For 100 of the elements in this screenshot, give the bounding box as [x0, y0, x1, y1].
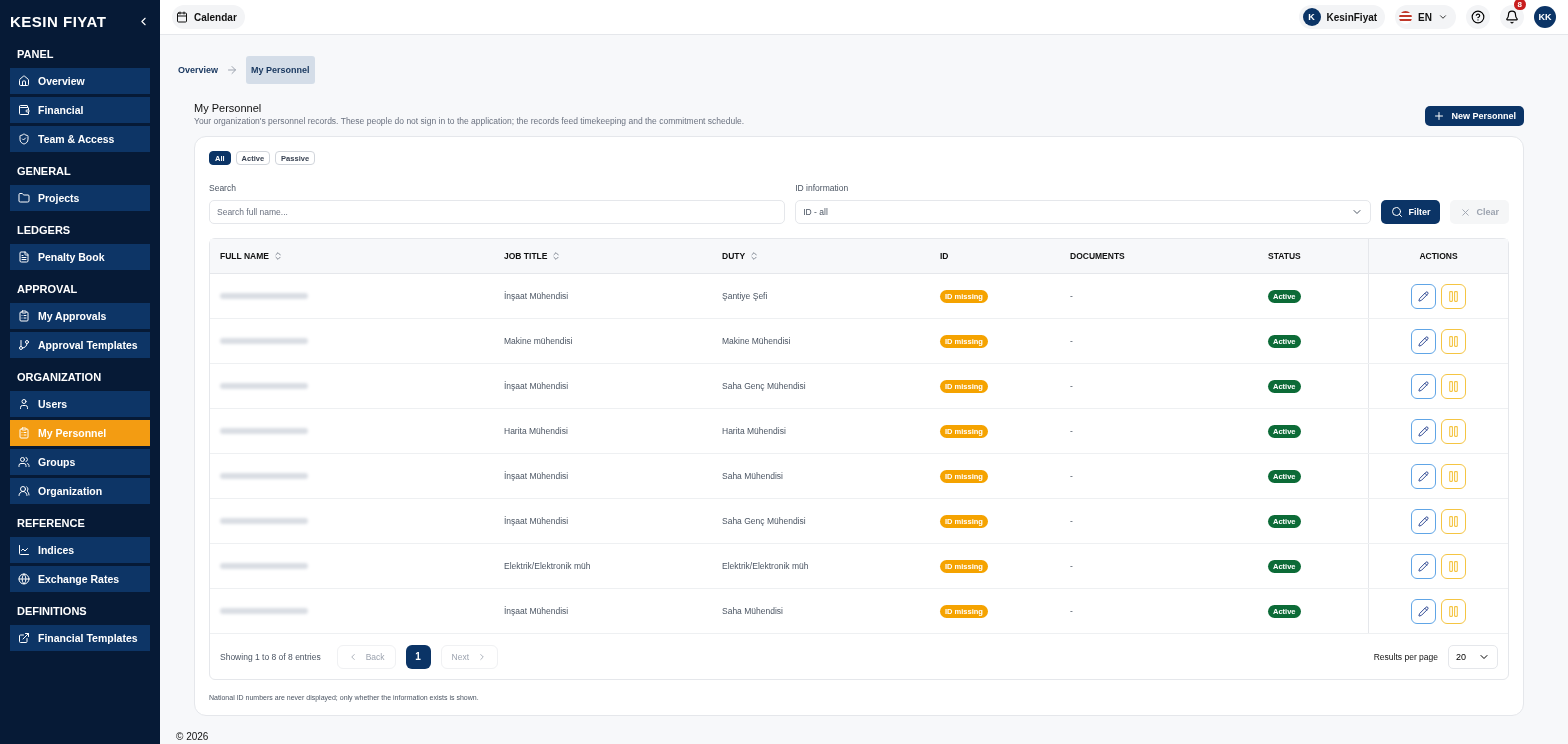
user-icon [18, 398, 30, 410]
table-cell-text: Saha Genç Mühendisi [721, 515, 807, 528]
help-icon [1471, 10, 1485, 24]
table-cell-text: İnşaat Mühendisi [503, 290, 570, 303]
nav-item[interactable]: Financial Templates [10, 625, 150, 651]
edit-button[interactable] [1411, 508, 1436, 534]
field-label: Search [209, 183, 237, 193]
table-cell-text: Harita Mühendisi [503, 425, 569, 438]
column-header: DOCUMENTS [1069, 250, 1126, 263]
section-title: PANEL [16, 47, 55, 62]
column-header[interactable]: JOB TITLE [494, 239, 712, 273]
edit-button[interactable] [1411, 553, 1436, 579]
nav-item[interactable]: Indices [10, 537, 150, 563]
filter-button[interactable]: Filter [1381, 200, 1441, 224]
nav-item[interactable]: Groups [10, 449, 150, 475]
user-avatar[interactable]: KK [1534, 6, 1556, 28]
pause-icon [1447, 514, 1460, 528]
edit-button[interactable] [1411, 328, 1436, 354]
users-icon [18, 456, 30, 468]
per-page-select[interactable]: 20 [1448, 644, 1498, 669]
pencil-icon [1418, 335, 1429, 347]
column-header[interactable]: DUTY [712, 239, 930, 273]
table-cell-text: - [1069, 515, 1074, 528]
entries-summary: Showing 1 to 8 of 8 entries [220, 651, 321, 662]
table-cell-text: - [1069, 380, 1074, 393]
nav-item[interactable]: Organization [10, 478, 150, 504]
section-title: GENERAL [16, 164, 72, 179]
edit-button[interactable] [1411, 418, 1436, 444]
table-cell-text: Harita Mühendisi [721, 425, 787, 438]
nav-item[interactable]: My Approvals [10, 303, 150, 329]
clipboard-icon [18, 310, 30, 322]
pause-icon [1447, 604, 1460, 618]
home-icon [18, 75, 30, 87]
nav-item[interactable]: Overview [10, 68, 150, 94]
breadcrumb-link[interactable]: Overview [178, 65, 219, 75]
section-title: DEFINITIONS [16, 604, 88, 619]
help-button[interactable] [1466, 5, 1490, 29]
edit-button[interactable] [1411, 463, 1436, 489]
calendar-button[interactable]: Calendar [172, 5, 245, 29]
id-select[interactable]: ID - all [795, 200, 1372, 224]
table-cell-text: - [1069, 425, 1074, 438]
table-cell-text: Saha Mühendisi [721, 470, 784, 483]
table-cell-text: Saha Genç Mühendisi [721, 380, 807, 393]
nav-item[interactable]: Approval Templates [10, 332, 150, 358]
logo: KESIN FIYAT [10, 12, 107, 30]
table-cell-text: Makine mühendisi [503, 335, 574, 348]
copyright: © 2026 [176, 731, 210, 742]
sort-icon [749, 251, 760, 261]
close-icon [1460, 206, 1472, 218]
table-cell-text: Şantiye Şefi [721, 290, 769, 303]
pause-icon [1447, 559, 1460, 573]
notification-count: 8 [1513, 0, 1526, 10]
section-title: APPROVAL [16, 282, 79, 297]
bell-icon [1505, 10, 1519, 24]
page-button[interactable]: 1 [405, 644, 431, 669]
notifications-button[interactable] [1500, 5, 1524, 29]
sort-icon [551, 251, 562, 261]
pencil-icon [1418, 605, 1429, 617]
pause-icon [1447, 379, 1460, 393]
new-personnel-button[interactable]: New Personnel [1425, 106, 1524, 126]
pause-icon [1447, 424, 1460, 438]
table-cell-text: - [1069, 560, 1074, 573]
table-cell-text: İnşaat Mühendisi [503, 380, 570, 393]
arrow-icon [226, 64, 239, 76]
language-selector[interactable]: EN [1395, 5, 1456, 29]
nav-item[interactable]: Exchange Rates [10, 566, 150, 592]
edit-button[interactable] [1411, 598, 1436, 624]
pencil-icon [1418, 470, 1429, 482]
table-cell-text: - [1069, 290, 1074, 303]
column-header: STATUS [1267, 250, 1302, 263]
shield-icon [18, 133, 30, 145]
table-cell-text: İnşaat Mühendisi [503, 470, 570, 483]
page-title: My Personnel [194, 102, 263, 114]
column-header[interactable]: FULL NAME [210, 239, 494, 273]
breadcrumb-link[interactable]: My Personnel [246, 56, 315, 84]
users-icon [18, 485, 30, 497]
nav-item[interactable]: Users [10, 391, 150, 417]
caret-icon [1438, 12, 1448, 22]
table-cell-text: Elektrik/Elektronik müh [503, 560, 592, 573]
pencil-icon [1418, 380, 1429, 392]
table-cell-text: - [1069, 605, 1074, 618]
section-title: LEDGERS [16, 223, 72, 238]
table-cell-text: - [1069, 470, 1074, 483]
edit-button[interactable] [1411, 283, 1436, 309]
table-cell-text: - [1069, 335, 1074, 348]
nav-item[interactable]: Team & Access [10, 126, 150, 152]
company-switcher[interactable]: K KesinFiyat [1298, 5, 1386, 29]
table-cell-text: İnşaat Mühendisi [503, 605, 570, 618]
pencil-icon [1418, 425, 1429, 437]
nav-item[interactable]: Financial [10, 97, 150, 123]
flag-icon [1399, 10, 1413, 24]
section-title: REFERENCE [16, 516, 86, 531]
search-field[interactable]: Search full name... [209, 200, 786, 224]
table-cell-text: Elektrik/Elektronik müh [721, 560, 810, 573]
nav-item[interactable]: Projects [10, 185, 150, 211]
edit-button[interactable] [1411, 373, 1436, 399]
external-link-icon [18, 632, 30, 644]
pencil-icon [1418, 290, 1429, 302]
nav-item[interactable]: Penalty Book [10, 244, 150, 270]
table-cell-text: Saha Mühendisi [721, 605, 784, 618]
